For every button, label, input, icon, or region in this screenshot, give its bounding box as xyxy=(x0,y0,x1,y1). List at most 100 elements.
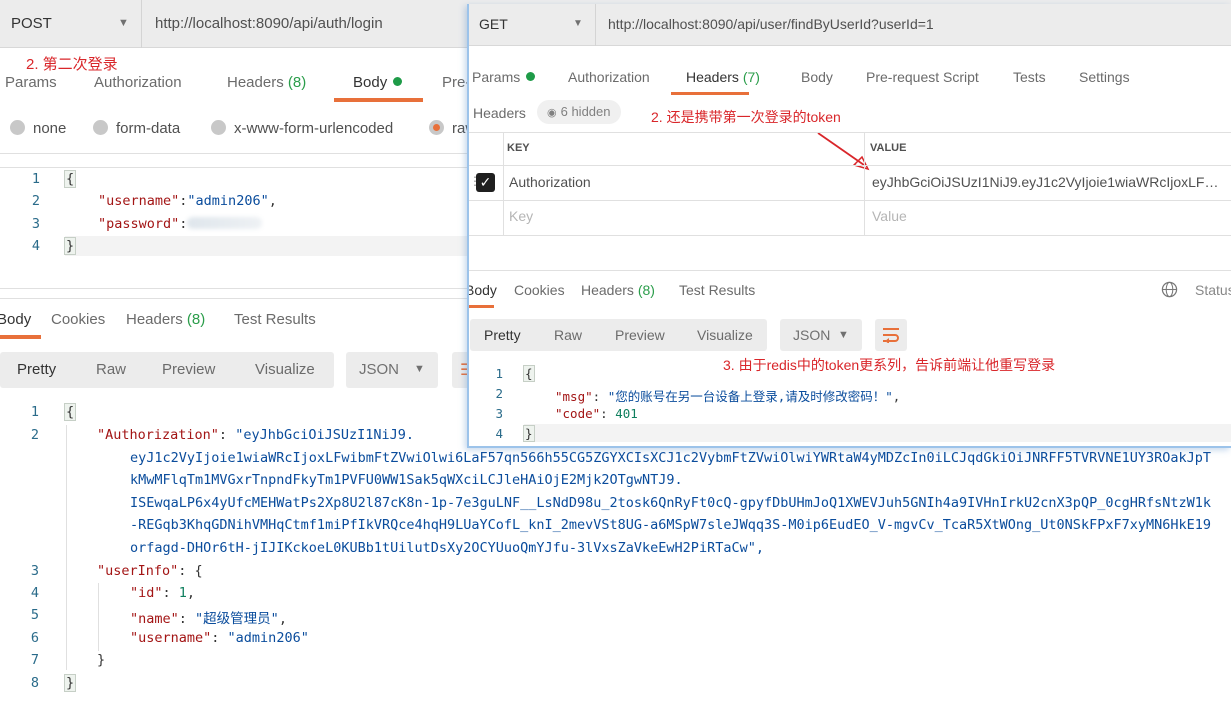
url-input[interactable]: http://localhost:8090/api/user/findByUse… xyxy=(608,16,934,32)
tab-response-body[interactable]: Body xyxy=(469,282,497,298)
json-key: "name" xyxy=(130,611,179,627)
chevron-down-icon: ▼ xyxy=(838,329,849,341)
method-label: POST xyxy=(11,15,52,32)
url-input[interactable]: http://localhost:8090/api/auth/login xyxy=(155,15,383,32)
line-number: 5 xyxy=(30,607,39,623)
tab-authorization[interactable]: Authorization xyxy=(568,69,650,85)
tab-response-headers[interactable]: Headers (8) xyxy=(581,282,655,298)
code-line-name: "name": "超级管理员", xyxy=(130,611,287,627)
radio-form-data[interactable]: form-data xyxy=(93,120,180,137)
close-brace: } xyxy=(64,674,77,692)
view-preview[interactable]: Preview xyxy=(162,361,215,378)
json-value: "超级管理员" xyxy=(195,611,279,627)
tab-headers[interactable]: Headers (8) xyxy=(227,74,306,91)
annotation-token: 2. 还是携带第一次登录的token xyxy=(651,109,841,125)
tab-headers[interactable]: Headers (7) xyxy=(686,69,760,85)
token-line: eyJ1c2VyIjoie1wiaWRcIjoxLFwibmFtZVwiOlwi… xyxy=(130,450,1211,466)
radio-circle-icon xyxy=(211,120,226,135)
divider xyxy=(469,165,1231,166)
tab-params[interactable]: Params xyxy=(472,69,536,85)
globe-icon[interactable] xyxy=(1161,281,1178,298)
method-label: GET xyxy=(479,16,508,32)
tab-label: Test Results xyxy=(234,311,316,328)
new-value-input[interactable]: Value xyxy=(872,208,907,224)
tab-label: Authorization xyxy=(568,69,650,85)
view-raw[interactable]: Raw xyxy=(96,361,126,378)
view-preview[interactable]: Preview xyxy=(615,327,665,343)
hidden-count: 6 hidden xyxy=(560,104,611,119)
tab-label: Pre-request Script xyxy=(866,69,979,85)
format-select[interactable]: JSON ▼ xyxy=(346,352,438,388)
json-key: "userInfo" xyxy=(97,563,179,579)
radio-circle-icon xyxy=(10,120,25,135)
close-brace: } xyxy=(523,425,535,442)
line-number: 1 xyxy=(495,366,503,381)
active-tab-indicator xyxy=(671,92,749,95)
hidden-headers-toggle[interactable]: ◉ 6 hidden xyxy=(537,100,621,124)
new-key-input[interactable]: Key xyxy=(509,208,533,224)
line-number: 4 xyxy=(30,585,39,601)
json-value: "您的账号在另一台设备上登录,请及时修改密码！" xyxy=(607,389,893,404)
tab-settings[interactable]: Settings xyxy=(1079,69,1130,85)
json-key: "code" xyxy=(555,406,601,421)
status-label: Status xyxy=(1195,282,1231,298)
blurred-password xyxy=(187,217,263,229)
json-key: "username" xyxy=(98,193,180,209)
tab-test-results[interactable]: Test Results xyxy=(234,311,316,328)
tab-cookies[interactable]: Cookies xyxy=(514,282,565,298)
line-number: 6 xyxy=(30,630,39,646)
tab-cookies[interactable]: Cookies xyxy=(51,311,105,328)
tab-response-headers[interactable]: Headers (8) xyxy=(126,311,205,328)
tab-label: Headers xyxy=(126,311,183,328)
divider xyxy=(469,270,1231,271)
line-number: 2 xyxy=(495,386,503,401)
header-value[interactable]: eyJhbGciOiJSUzI1NiJ9.eyJ1c2VyIjoie1wiaWR… xyxy=(872,174,1222,190)
line-number: 2 xyxy=(30,427,39,443)
format-label: JSON xyxy=(359,361,400,378)
tab-label: Body xyxy=(353,74,388,91)
token-line: orfagd-DHOr6tH-jIJIKckoeL0KUBb1tUilutDsX… xyxy=(130,540,764,556)
close-brace-inner: } xyxy=(97,652,106,668)
radio-urlencoded[interactable]: x-www-form-urlencoded xyxy=(211,120,393,137)
token-line: kMwMFlqTm1MVGxrTnpndFkyTm1PVFU0WW1Sak5qW… xyxy=(130,472,683,488)
view-pretty[interactable]: Pretty xyxy=(17,361,56,378)
divider xyxy=(469,235,1231,236)
tab-response-body[interactable]: Body xyxy=(0,311,31,328)
line-number: 2 xyxy=(31,193,40,209)
row-enabled-checkbox[interactable]: ✓ xyxy=(476,173,495,192)
request-url-bar: GET ▼ http://localhost:8090/api/user/fin… xyxy=(469,4,1231,46)
view-visualize[interactable]: Visualize xyxy=(255,361,315,378)
view-mode-toggle: Pretty Raw Preview Visualize xyxy=(470,319,767,351)
tab-label: Headers xyxy=(581,282,634,298)
tab-label: Authorization xyxy=(94,74,182,91)
json-key: "username" xyxy=(130,630,212,646)
annotation-arrow-icon xyxy=(817,132,870,171)
active-tab-indicator xyxy=(0,335,41,339)
format-select[interactable]: JSON ▼ xyxy=(780,319,862,351)
line-number: 3 xyxy=(30,563,39,579)
annotation-second-login: 2. 第二次登录 xyxy=(26,56,118,73)
open-brace: { xyxy=(64,403,77,421)
indent-guide xyxy=(66,425,67,670)
code-line-userinfo: "userInfo": { xyxy=(97,563,203,579)
code-line-username: "username": "admin206" xyxy=(130,630,309,646)
eye-icon: ◉ xyxy=(547,107,557,119)
view-raw[interactable]: Raw xyxy=(554,327,582,343)
tab-body[interactable]: Body xyxy=(801,69,833,85)
json-key: "msg" xyxy=(555,389,593,404)
tab-params[interactable]: Params xyxy=(5,74,57,91)
tab-authorization[interactable]: Authorization xyxy=(94,74,182,91)
method-select[interactable]: GET ▼ xyxy=(469,4,596,46)
header-key[interactable]: Authorization xyxy=(509,174,591,190)
radio-circle-icon xyxy=(93,120,108,135)
view-pretty[interactable]: Pretty xyxy=(484,327,521,343)
radio-label: form-data xyxy=(116,120,181,137)
tab-test-results[interactable]: Test Results xyxy=(679,282,755,298)
wrap-lines-button[interactable] xyxy=(875,319,907,351)
tab-tests[interactable]: Tests xyxy=(1013,69,1046,85)
tab-body[interactable]: Body xyxy=(353,74,403,91)
radio-none[interactable]: none xyxy=(10,120,66,137)
view-visualize[interactable]: Visualize xyxy=(697,327,753,343)
tab-pre-request-script[interactable]: Pre-request Script xyxy=(866,69,979,85)
method-select[interactable]: POST ▼ xyxy=(0,0,142,48)
